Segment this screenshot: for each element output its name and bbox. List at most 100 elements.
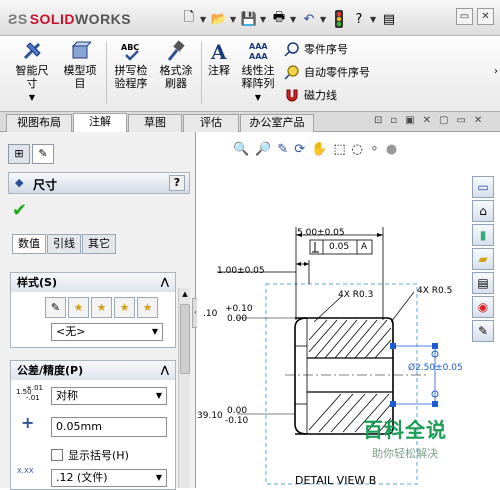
diameter-dimension-text[interactable]: Ø2.50±0.05 (408, 363, 463, 373)
close-doc-icon[interactable]: ✕ (474, 115, 482, 126)
format-painter-icon (167, 40, 185, 61)
scroll-up-arrow-icon[interactable]: ▲ (180, 288, 190, 300)
collapse-icon[interactable]: ⋀ (161, 361, 169, 380)
style-select[interactable]: <无> ▼ (51, 323, 163, 341)
custom-properties-icon[interactable]: ✎ (472, 320, 494, 342)
tolerance-header[interactable]: 公差/精度(P) ⋀ (11, 361, 175, 380)
panel-scrollbar[interactable]: ▲ (178, 288, 190, 488)
tile-icon[interactable]: ▣ (405, 115, 414, 126)
new-dropdown[interactable]: ▼ (200, 15, 208, 24)
precision-select[interactable]: .12 (文件) ▼ (51, 469, 167, 487)
note-button[interactable]: A 注释 (203, 40, 235, 77)
save-style-icon[interactable]: ★ (114, 297, 135, 318)
style-header[interactable]: 样式(S) ⋀ (11, 273, 175, 292)
new-file-icon[interactable]: 🗋 (180, 10, 198, 28)
tile-icon-2[interactable]: ▢ (439, 115, 448, 126)
dimension-icon: ◆ (15, 176, 24, 189)
graphics-area[interactable]: 🔍 🔎 ✎ ⟳ ✋ ⬚ ◌ ⚬ ● ▭ ⌂ ▮ ▰ ▤ ◉ ✎ 5.00±0.0… (197, 132, 500, 488)
save-icon[interactable]: 💾 (240, 10, 258, 28)
undo-dropdown[interactable]: ▼ (320, 15, 328, 24)
minimize-button[interactable]: ▭ (456, 8, 473, 25)
help-dropdown[interactable]: ▼ (370, 15, 378, 24)
ds-logo-icon: ƧS (8, 11, 28, 27)
tab-evaluate[interactable]: 评估 (183, 114, 239, 132)
feature-tree-tab-icon[interactable]: ⊞ (8, 144, 30, 164)
appearances-icon[interactable]: ◉ (472, 296, 494, 318)
tab-view-layout[interactable]: 视图布局 (6, 114, 72, 132)
tab-office-products[interactable]: 办公室产品 (240, 114, 314, 132)
undo-icon[interactable]: ↶ (300, 10, 318, 28)
close-button[interactable]: ✕ (477, 8, 494, 25)
subtab-other[interactable]: 其它 (82, 234, 116, 254)
design-library-icon[interactable]: ▮ (472, 224, 494, 246)
gdt-datum-text: A (361, 242, 368, 252)
radius-leader-2[interactable] (390, 291, 415, 323)
smart-dimension-icon (23, 42, 41, 60)
solidworks-logo[interactable]: ƧS SOLIDWORKS (8, 11, 131, 27)
auto-balloon-icon (284, 65, 299, 80)
show-parentheses-checkbox[interactable]: 显示括号(H) (51, 447, 129, 463)
radius-label[interactable]: 4X R0.3 (338, 290, 373, 300)
tab-annotation[interactable]: 注解 (73, 113, 127, 133)
section-hatch-top (308, 319, 392, 359)
help-icon[interactable]: ? (350, 10, 368, 28)
print-dropdown[interactable]: ▼ (290, 15, 298, 24)
max-icon[interactable]: ▭ (456, 115, 465, 126)
scroll-thumb[interactable] (180, 304, 190, 374)
window-close-icon[interactable]: ✕ (423, 115, 431, 126)
load-style-icon[interactable]: ★ (137, 297, 158, 318)
save-dropdown[interactable]: ▼ (260, 15, 268, 24)
window-controls: ▭ ✕ (456, 8, 494, 25)
pin-icon[interactable]: ⊡ (374, 115, 382, 126)
resources-icon[interactable]: ▭ (472, 176, 494, 198)
balloon-button[interactable]: 零件序号 (284, 41, 348, 57)
open-folder-icon[interactable]: 📂 (210, 10, 228, 28)
print-icon[interactable]: 🖶 (270, 10, 288, 28)
subtab-value[interactable]: 数值 (12, 234, 46, 254)
open-dropdown[interactable]: ▼ (230, 15, 238, 24)
svg-text:A: A (210, 40, 227, 62)
file-explorer-icon[interactable]: ▰ (472, 248, 494, 270)
magnet-icon (286, 89, 298, 102)
subtab-leader[interactable]: 引线 (47, 234, 81, 254)
format-painter-button[interactable]: 格式涂 刷器 (154, 40, 198, 90)
watermark-title: 百科全说 (363, 418, 447, 442)
add-style-icon[interactable]: ★ (68, 297, 89, 318)
spell-checker-button[interactable]: ABC 拼写检 验程序 (108, 40, 154, 90)
graphics-window-controls: ⊡ ▫ ▣ ✕ ▢ ▭ ✕ (374, 115, 482, 126)
linear-note-pattern-button[interactable]: AAA AAA 线性注 释阵列 ▼ (236, 40, 280, 104)
precision-icon: X.XX (17, 467, 34, 475)
watermark: 百科全说 助你轻松解决 (363, 414, 447, 461)
checkbox-box[interactable] (51, 449, 63, 461)
help-button[interactable]: ? (169, 175, 185, 191)
command-manager: 智能尺寸 ▼ 模型项目 ABC 拼写检 验程序 格式涂 刷器 A 注释 AAA AAA … (0, 36, 500, 112)
ok-checkmark-button[interactable]: ✔ (12, 200, 27, 221)
collapse-icon[interactable]: ⋀ (161, 273, 169, 292)
linear-pattern-icon: AAAAAA (249, 42, 268, 61)
tolerance-type-select[interactable]: 对称 ▼ (51, 387, 167, 405)
svg-text:ABC: ABC (121, 43, 139, 52)
style-buttons: ✎ ★ ★ ★ ★ (45, 297, 158, 318)
tolerance-value-input[interactable]: 0.05mm (51, 417, 167, 437)
magnetic-line-button[interactable]: 磁力线 (284, 87, 337, 103)
view-palette-icon[interactable]: ▤ (472, 272, 494, 294)
panel-header: ◆ 尺寸 ? (8, 172, 190, 194)
bottom-lower-text: -0.10 (225, 416, 249, 426)
home-icon[interactable]: ⌂ (472, 200, 494, 222)
file-properties-icon[interactable]: ▤ (380, 10, 398, 28)
model-items-button[interactable]: 模型项目 (56, 40, 104, 90)
property-manager-tab-icon[interactable]: ✎ (32, 144, 54, 164)
bottom-prefix-text: 39.10 (197, 411, 223, 421)
tab-sketch[interactable]: 草图 (128, 114, 182, 132)
width-dimension-text[interactable]: 5.00±0.05 (297, 228, 345, 238)
smart-dimension-button[interactable]: 智能尺寸 ▼ (8, 40, 56, 104)
auto-balloon-button[interactable]: 自动零件序号 (284, 64, 370, 80)
delete-style-icon[interactable]: ★ (91, 297, 112, 318)
rebuild-traffic-light-icon[interactable] (330, 10, 348, 28)
restore-icon[interactable]: ▫ (390, 115, 397, 126)
radius-label-2[interactable]: 4X R0.5 (417, 286, 452, 296)
watermark-subtitle: 助你轻松解决 (372, 447, 438, 460)
apply-default-style-icon[interactable]: ✎ (45, 297, 66, 318)
left-dimension-text[interactable]: 1.00±0.05 (217, 266, 265, 276)
ribbon-more-icon[interactable]: › (494, 66, 498, 77)
